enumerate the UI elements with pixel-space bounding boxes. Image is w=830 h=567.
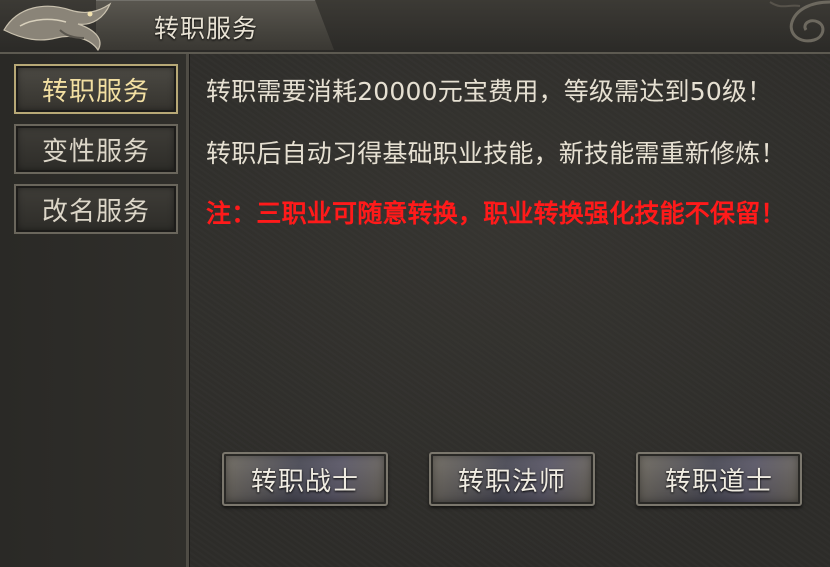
change-to-warrior-button[interactable]: 转职战士 xyxy=(222,452,388,506)
skill-info-text: 转职后自动习得基础职业技能，新技能需重新修炼！ xyxy=(206,139,786,168)
change-to-taoist-button[interactable]: 转职道士 xyxy=(636,452,802,506)
job-change-window: 转职服务 转职服务 变性服务 改名服务 转职需要消耗20000元宝费用，等级需达… xyxy=(0,0,830,567)
sidebar-item-rename[interactable]: 改名服务 xyxy=(14,184,178,234)
button-label: 转职战士 xyxy=(250,466,359,497)
sidebar-item-gender-change[interactable]: 变性服务 xyxy=(14,124,178,174)
window-title: 转职服务 xyxy=(154,14,259,43)
content-panel: 转职需要消耗20000元宝费用，等级需达到50级！ 转职后自动习得基础职业技能，… xyxy=(190,54,830,567)
title-bar: 转职服务 xyxy=(0,0,830,54)
sidebar: 转职服务 变性服务 改名服务 xyxy=(0,54,189,567)
sidebar-item-label: 转职服务 xyxy=(41,76,150,107)
warning-note-text: 注：三职业可随意转换，职业转换强化技能不保留！ xyxy=(206,199,786,228)
button-label: 转职法师 xyxy=(457,466,566,497)
cost-requirement-text: 转职需要消耗20000元宝费用，等级需达到50级！ xyxy=(206,77,773,106)
sidebar-item-label: 改名服务 xyxy=(41,196,150,227)
button-label: 转职道士 xyxy=(664,466,773,497)
change-to-mage-button[interactable]: 转职法师 xyxy=(429,452,595,506)
sidebar-item-label: 变性服务 xyxy=(41,136,150,167)
corner-ornament-icon xyxy=(769,0,830,43)
dragon-emblem-icon xyxy=(3,2,112,52)
sidebar-item-job-change[interactable]: 转职服务 xyxy=(14,64,178,114)
